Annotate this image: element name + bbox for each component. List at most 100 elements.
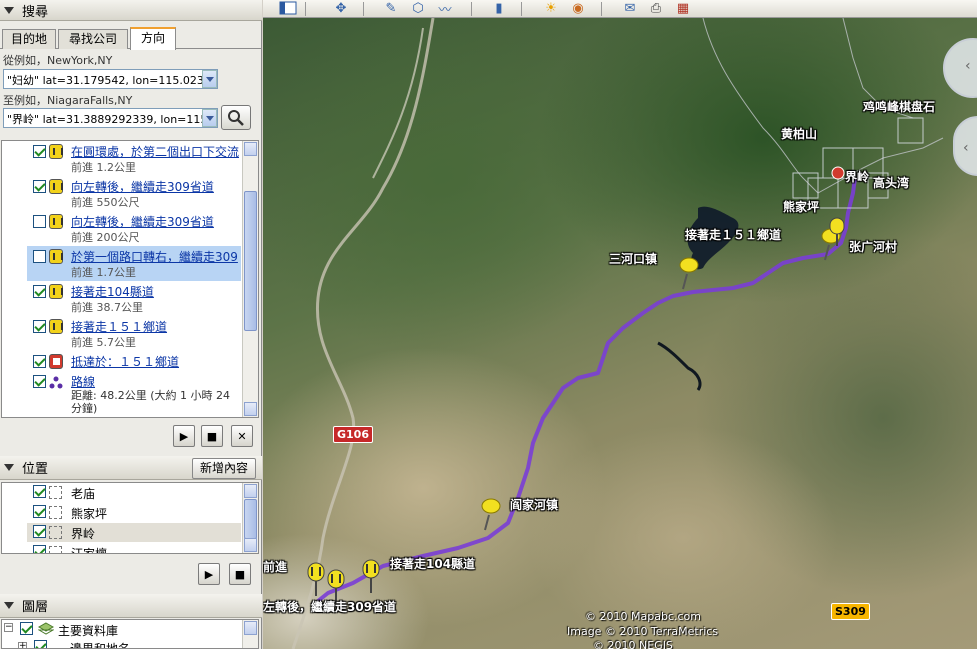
place-label[interactable]: 熊家坪 [71, 505, 107, 522]
scroll-up-button[interactable] [244, 621, 257, 635]
scroll-down-button[interactable] [244, 538, 257, 552]
search-panel-header[interactable]: 搜尋 [0, 0, 262, 21]
step-checkbox[interactable] [33, 355, 46, 368]
stop-places-tour-button[interactable]: ■ [229, 563, 251, 585]
place-checkbox[interactable] [33, 505, 46, 518]
play-tour-button[interactable]: ▶ [173, 425, 195, 447]
place-item[interactable]: 汪家檀 [27, 543, 241, 553]
layers-scrollbar[interactable] [242, 620, 258, 648]
chevron-left-icon[interactable]: ‹ [963, 140, 969, 156]
place-checkbox[interactable] [33, 525, 46, 538]
sun-icon[interactable]: ☀ [541, 0, 561, 16]
from-input[interactable]: "妇幼" lat=31.179542, lon=115.023766 [3, 69, 218, 89]
direction-step[interactable]: 於第一個路口轉右，繼續走309 前進 1.7公里 [27, 246, 241, 281]
direction-step[interactable]: 在圓環處，於第二個出口下交流 前進 1.2公里 [27, 141, 241, 176]
step-checkbox[interactable] [33, 285, 46, 298]
tree-expand-toggle[interactable]: + [18, 642, 27, 648]
toolbar: ✥ ✎ ⬡ 〰 ▮ ☀ ◉ ✉ ⎙ ▦ [263, 0, 977, 18]
places-list[interactable]: 老庙 熊家坪 界岭 汪家檀 [1, 482, 259, 554]
placemark-icon[interactable]: ✎ [381, 0, 401, 16]
place-checkbox[interactable] [33, 545, 46, 553]
chevron-left-icon[interactable]: ‹ [965, 58, 971, 74]
scroll-thumb[interactable] [244, 499, 257, 539]
place-checkbox[interactable] [33, 485, 46, 498]
layer-label[interactable]: 主要資料庫 [58, 622, 118, 639]
map-label: 黄柏山 [781, 127, 818, 141]
collapse-icon[interactable] [4, 464, 14, 471]
place-item[interactable]: 界岭 [27, 523, 241, 542]
collapse-icon[interactable] [4, 602, 14, 609]
map-view[interactable]: ‹ ‹ 鸡鸣峰棋盘石 黄柏山 界岭 高头湾 熊家坪 接著走１５１鄉道 三河口镇 … [263, 18, 977, 649]
step-checkbox[interactable] [33, 375, 46, 388]
clear-button[interactable]: ✕ [231, 425, 253, 447]
to-dropdown-button[interactable] [202, 109, 217, 127]
stop-tour-button[interactable]: ■ [201, 425, 223, 447]
directions-scrollbar[interactable] [242, 141, 258, 417]
pushpin-icon [49, 179, 63, 194]
email-icon[interactable]: ✉ [620, 0, 640, 16]
place-label[interactable]: 界岭 [71, 525, 95, 542]
path-icon[interactable]: 〰 [435, 0, 455, 18]
map-label: 界岭 [845, 170, 870, 184]
to-input[interactable]: "界岭" lat=31.3889292339, lon=115.318 [3, 108, 218, 128]
tab-destination[interactable]: 目的地 [2, 29, 56, 49]
scroll-up-button[interactable] [244, 142, 257, 156]
scroll-down-button[interactable] [244, 402, 257, 416]
tab-directions[interactable]: 方向 [130, 27, 176, 50]
step-checkbox[interactable] [33, 250, 46, 263]
step-text[interactable]: 於第一個路口轉右，繼續走309 [71, 248, 238, 265]
direction-step[interactable]: 接著走１５１鄉道 前進 5.7公里 [27, 316, 241, 351]
step-text[interactable]: 在圓環處，於第二個出口下交流 [71, 143, 239, 160]
print-icon[interactable]: ⎙ [646, 0, 666, 16]
step-checkbox[interactable] [33, 145, 46, 158]
place-item[interactable]: 老庙 [27, 483, 241, 502]
step-text[interactable]: 抵達於：１５１鄉道 [71, 353, 179, 370]
step-text[interactable]: 向左轉後，繼續走309省道 [71, 178, 214, 195]
direction-step-arrival[interactable]: 抵達於：１５１鄉道 [27, 351, 241, 371]
direction-step[interactable]: 向左轉後，繼續走309省道 前進 550公尺 [27, 176, 241, 211]
step-text[interactable]: 接著走104縣道 [71, 283, 154, 300]
search-button[interactable] [221, 105, 251, 130]
place-label[interactable]: 老庙 [71, 485, 95, 502]
step-distance: 前進 550公尺 [71, 196, 140, 209]
hand-icon[interactable]: ✥ [331, 0, 351, 16]
step-text[interactable]: 向左轉後，繼續走309省道 [71, 213, 214, 230]
scroll-up-button[interactable] [244, 484, 257, 498]
search-tabs: 目的地 尋找公司 方向 [0, 27, 262, 50]
add-content-button[interactable]: 新增內容 [192, 458, 256, 479]
pushpin-icon [49, 284, 63, 299]
collapse-icon[interactable] [4, 6, 14, 14]
step-distance: 前進 1.7公里 [71, 266, 136, 279]
tab-find-business[interactable]: 尋找公司 [58, 29, 128, 49]
layers-panel-header[interactable]: 圖層 [0, 594, 262, 618]
map-view-icon[interactable]: ▦ [673, 0, 693, 16]
planet-icon[interactable]: ◉ [568, 0, 588, 16]
route-summary[interactable]: 路線 距離: 48.2公里 (大約 1 小時 24 分鐘) [27, 371, 241, 417]
sidebar-icon[interactable] [278, 0, 298, 16]
polygon-icon[interactable]: ⬡ [408, 0, 428, 16]
layer-label[interactable]: 邊界和地名 [70, 640, 130, 648]
layer-checkbox[interactable] [34, 640, 47, 648]
step-checkbox[interactable] [33, 320, 46, 333]
ruler-icon[interactable]: ▮ [489, 0, 509, 16]
from-dropdown-button[interactable] [202, 70, 217, 88]
directions-list[interactable]: 在圓環處，於第二個出口下交流 前進 1.2公里 向左轉後，繼續走309省道 前進… [1, 140, 259, 418]
place-item[interactable]: 熊家坪 [27, 503, 241, 522]
pushpin-icon [49, 144, 63, 159]
map-label: 接著走104縣道 [390, 557, 476, 571]
step-text[interactable]: 接著走１５１鄉道 [71, 318, 167, 335]
route-distance: 距離: 48.2公里 (大約 1 小時 24 分鐘) [71, 389, 230, 415]
layers-list[interactable]: − 主要資料庫 + 邊界和地名 [1, 619, 259, 649]
scroll-thumb[interactable] [244, 191, 257, 331]
from-hint: 從例如，NewYork,NY [3, 54, 113, 67]
tree-collapse-toggle[interactable]: − [4, 623, 13, 632]
step-checkbox[interactable] [33, 215, 46, 228]
route-title[interactable]: 路線 [71, 373, 95, 390]
place-label[interactable]: 汪家檀 [71, 545, 107, 553]
play-places-tour-button[interactable]: ▶ [198, 563, 220, 585]
places-scrollbar[interactable] [242, 483, 258, 553]
step-checkbox[interactable] [33, 180, 46, 193]
direction-step[interactable]: 向左轉後，繼續走309省道 前進 200公尺 [27, 211, 241, 246]
direction-step[interactable]: 接著走104縣道 前進 38.7公里 [27, 281, 241, 316]
layer-checkbox[interactable] [20, 622, 33, 635]
